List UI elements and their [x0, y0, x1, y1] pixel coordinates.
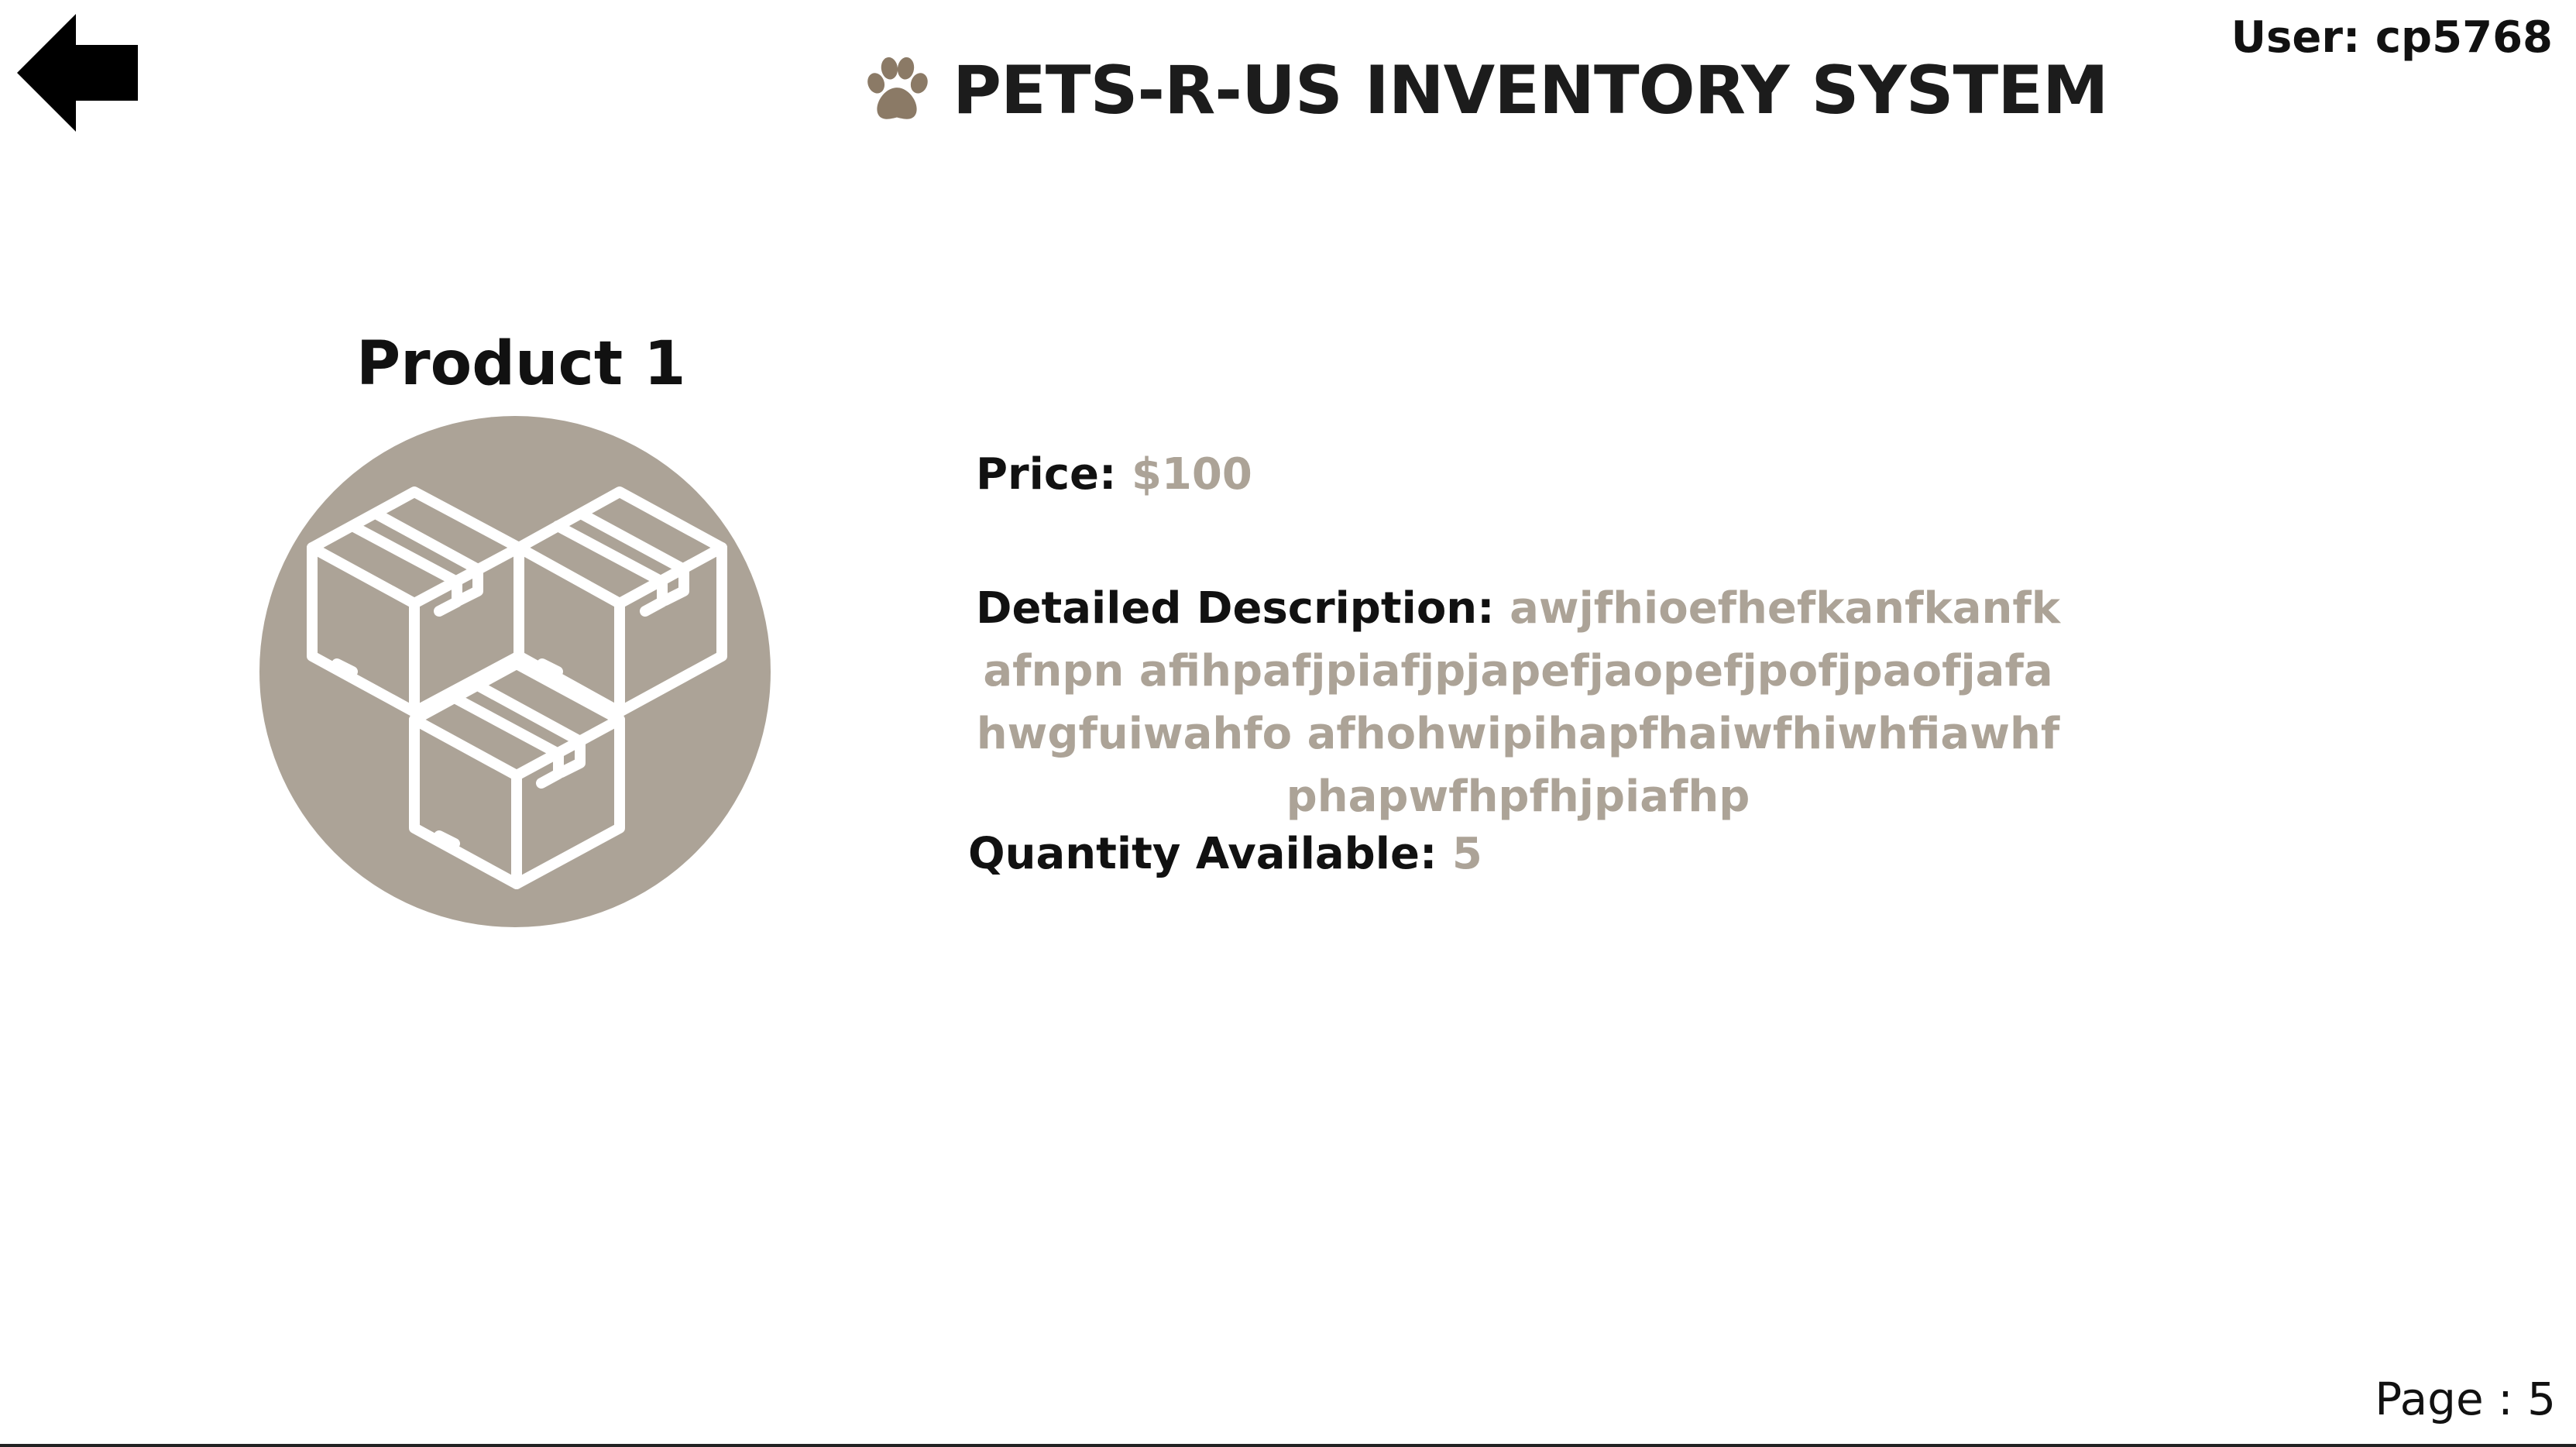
- description-label: Detailed Description:: [976, 583, 1495, 634]
- product-name: Product 1: [356, 329, 686, 399]
- quantity-label: Quantity Available:: [968, 829, 1437, 879]
- back-button[interactable]: [17, 14, 138, 132]
- price-row: Price: $100: [976, 449, 1252, 500]
- price-label: Price:: [976, 449, 1117, 500]
- arrow-left-icon: [17, 14, 138, 132]
- paw-icon: [867, 57, 928, 119]
- product-image: [259, 416, 771, 927]
- description-row: Detailed Description: awjfhioefhefkanfka…: [976, 577, 2060, 828]
- current-user-label: User: cp5768: [2231, 12, 2553, 63]
- quantity-row: Quantity Available: 5: [968, 829, 1482, 879]
- quantity-value: 5: [1451, 829, 1482, 879]
- page-indicator: Page : 5: [2375, 1373, 2556, 1425]
- price-value: $100: [1131, 449, 1252, 500]
- app-header: PETS-R-US INVENTORY SYSTEM: [860, 48, 2109, 133]
- stacked-boxes-icon: [259, 416, 771, 927]
- bottom-divider: [0, 1444, 2576, 1447]
- app-title: PETS-R-US INVENTORY SYSTEM: [953, 52, 2109, 129]
